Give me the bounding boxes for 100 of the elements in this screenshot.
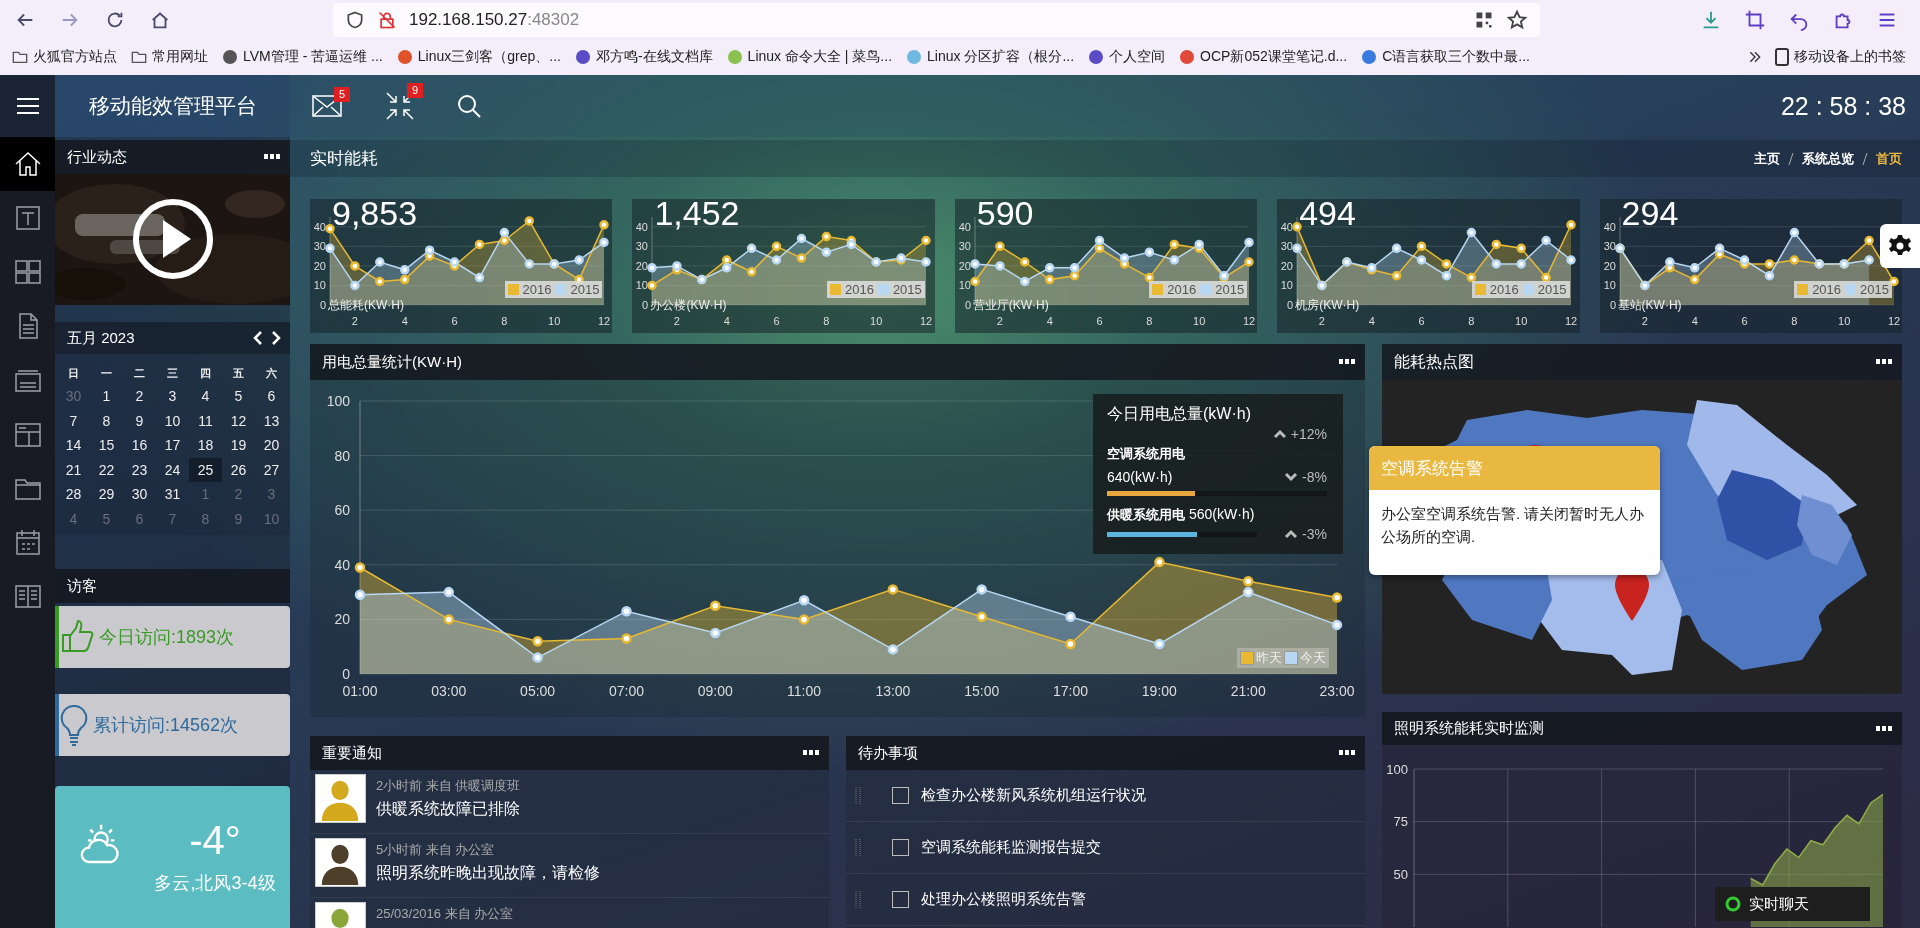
weekday-label: 日 (67, 366, 80, 381)
axis-label: 10 (958, 279, 971, 292)
count-badge: 5 (334, 87, 350, 102)
axis-label: 8 (501, 315, 508, 327)
axis-label: 20 (313, 259, 326, 272)
panel-title: 行业动态 (67, 147, 127, 167)
visitor-count: 今日访问:1893次 (99, 626, 235, 649)
axis-label: 2 (351, 315, 358, 327)
temperature-text: -4° (189, 818, 241, 863)
axis-label: 20 (1280, 259, 1294, 272)
axis-label: 30 (636, 240, 649, 253)
axis-label: 80 (334, 447, 350, 464)
page-title: 实时能耗 (310, 148, 378, 170)
legend-label: 今天 (1300, 649, 1326, 667)
legend-label: 2016 (1489, 282, 1519, 297)
change-indicator: -3% (1284, 526, 1327, 542)
axis-label: 6 (451, 315, 458, 327)
metric-value: 560(kW·h) (1189, 506, 1255, 522)
weather-description: 多云,北风3-4级 (153, 872, 277, 895)
stat-value: 294 (1621, 195, 1679, 233)
stat-value: 494 (1299, 195, 1356, 233)
visitor-count: 累计访问:14562次 (93, 714, 239, 737)
legend-label: 2016 (522, 282, 552, 297)
axis-label: 03:00 (431, 683, 467, 699)
axis-label: 12 (597, 315, 611, 327)
weekday-label: 六 (265, 366, 278, 381)
panel-title: 访客 (67, 576, 97, 596)
legend-label: 2016 (1812, 282, 1842, 297)
axis-label: 4 (1368, 315, 1375, 327)
axis-label: 12 (1565, 315, 1578, 327)
axis-label: 30 (958, 240, 971, 253)
app-title: 移动能效管理平台 (88, 93, 257, 119)
todo-text: 处理办公楼照明系统告警 (921, 890, 1086, 909)
axis-label: 20 (636, 259, 649, 272)
axis-label: 40 (334, 556, 350, 573)
weekday-label: 二 (133, 366, 146, 381)
axis-label: 4 (1046, 315, 1053, 327)
axis-label: 12 (1887, 315, 1900, 327)
panel-title: 能耗热点图 (1394, 351, 1474, 372)
axis-label: 05:00 (520, 683, 556, 699)
axis-label: 8 (1468, 315, 1475, 327)
axis-label: 2 (1319, 315, 1326, 327)
axis-label: 40 (636, 220, 649, 233)
axis-label: 07:00 (608, 683, 644, 699)
axis-label: 40 (313, 220, 326, 233)
axis-label: 6 (1741, 315, 1748, 327)
month-label: 五月 2023 (67, 328, 135, 348)
axis-label: 8 (1146, 315, 1153, 327)
weekday-label: 三 (166, 366, 179, 381)
todo-text: 检查办公楼新风系统机组运行状况 (921, 786, 1146, 805)
panel-title: 待办事项 (858, 743, 918, 763)
axis-label: 4 (1691, 315, 1698, 327)
stat-value: 590 (976, 195, 1034, 233)
axis-label: 10 (1192, 315, 1206, 327)
axis-label: 8 (823, 315, 830, 327)
chart-label: 办公楼(KW·H) (650, 297, 727, 314)
axis-label: 10 (870, 315, 883, 327)
axis-label: 10 (1837, 315, 1850, 327)
change-indicator: -8% (1284, 469, 1327, 485)
legend-label: 2016 (844, 282, 874, 297)
axis-label: 21:00 (1230, 683, 1266, 699)
tooltip-title: 今日用电总量(kW·h) (1107, 404, 1252, 424)
axis-label: 40 (958, 220, 971, 233)
axis-label: 6 (1418, 315, 1425, 327)
axis-label: 30 (313, 240, 326, 253)
legend-label: 昨天 (1256, 649, 1282, 667)
chart-label: 总能耗(KW·H) (328, 297, 404, 314)
todo-text: 空调系统能耗监测报告提交 (921, 838, 1101, 857)
legend-label: 2015 (1860, 282, 1889, 297)
axis-label: 8 (1790, 315, 1797, 327)
axis-label: 0 (319, 298, 326, 311)
legend-label: 2015 (1537, 282, 1567, 297)
axis-label: 0 (964, 298, 971, 311)
axis-label: 50 (1393, 867, 1408, 882)
axis-label: 12 (920, 315, 933, 327)
weekday-label: 五 (232, 366, 245, 381)
notice-meta: 25/03/2016 来自 办公室 (376, 905, 514, 923)
legend-label: 2015 (1215, 282, 1245, 297)
chart-label: 营业厅(KW·H) (972, 297, 1049, 314)
chart-label: 基站(KW·H) (1617, 297, 1682, 314)
axis-label: 11:00 (787, 683, 822, 699)
axis-label: 0 (1287, 298, 1294, 311)
axis-label: 4 (724, 315, 731, 327)
axis-label: 13:00 (875, 683, 911, 699)
axis-label: 2 (1641, 315, 1648, 327)
stat-value: 1,452 (654, 195, 740, 233)
alert-title: 空调系统告警 (1381, 457, 1483, 480)
panel-title: 照明系统能耗实时监测 (1394, 719, 1544, 738)
legend-label: 2016 (1167, 282, 1197, 297)
axis-label: 10 (1280, 279, 1294, 292)
axis-label: 100 (1386, 761, 1408, 777)
axis-label: 17:00 (1053, 683, 1089, 699)
legend-label: 2015 (570, 282, 600, 297)
axis-label: 19:00 (1141, 683, 1177, 699)
axis-label: 40 (1280, 220, 1294, 233)
axis-label: 20 (958, 259, 971, 272)
axis-label: 6 (773, 315, 780, 327)
axis-label: 6 (1096, 315, 1103, 327)
metric-label: 供暖系统用电 (1107, 506, 1185, 524)
axis-label: 15:00 (964, 683, 1000, 699)
